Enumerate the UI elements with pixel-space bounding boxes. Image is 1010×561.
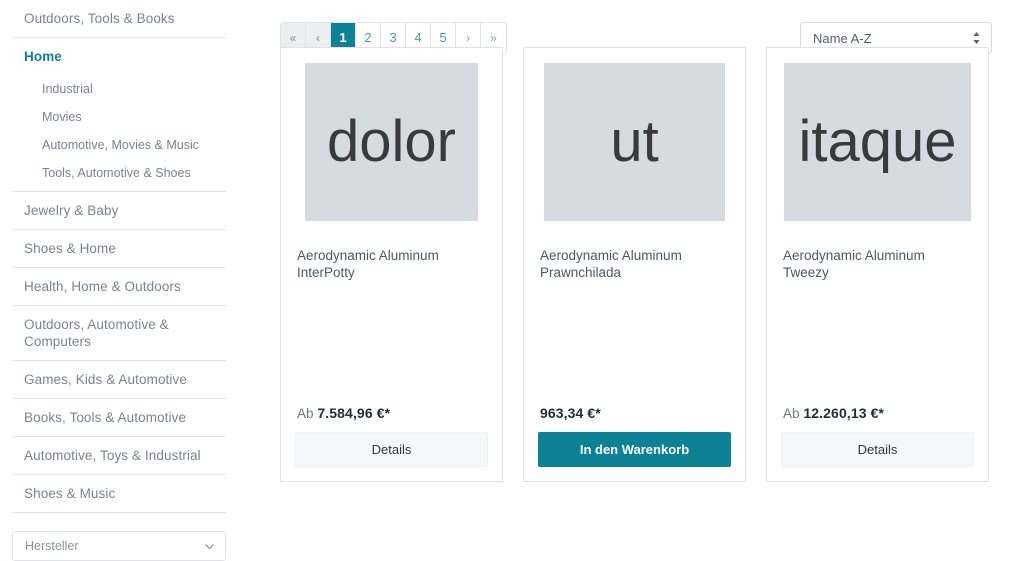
product-title[interactable]: Aerodynamic Aluminum Tweezy (781, 247, 974, 281)
listing-toolbar: « ‹ 1 2 3 4 5 › » Name A-Z (280, 0, 992, 55)
product-card[interactable]: ut Aerodynamic Aluminum Prawnchilada 963… (523, 47, 746, 482)
sidebar-item-home[interactable]: Home Industrial Movies Automotive, Movie… (12, 38, 226, 191)
product-image-wrap[interactable]: ut (538, 62, 731, 222)
manufacturer-filter-dropdown[interactable]: Hersteller (12, 531, 226, 561)
sidebar-sublink[interactable]: Movies (12, 103, 226, 131)
category-nav-list: Outdoors, Tools & Books Home Industrial … (0, 0, 238, 513)
sidebar-link[interactable]: Outdoors, Automotive & Computers (12, 306, 226, 360)
sidebar-link[interactable]: Games, Kids & Automotive (12, 361, 226, 398)
sidebar-item-jewelry-baby[interactable]: Jewelry & Baby (12, 191, 226, 230)
sidebar-item-games-kids-automotive[interactable]: Games, Kids & Automotive (12, 361, 226, 399)
card-spacer (295, 281, 488, 405)
sidebar-item-health-home-outdoors[interactable]: Health, Home & Outdoors (12, 268, 226, 306)
category-sidebar: Outdoors, Tools & Books Home Industrial … (0, 0, 238, 561)
product-listing-main: « ‹ 1 2 3 4 5 › » Name A-Z dolor Aerodyn… (238, 0, 1010, 482)
sidebar-link[interactable]: Shoes & Home (12, 230, 226, 267)
sidebar-link[interactable]: Shoes & Music (12, 475, 226, 512)
sidebar-link[interactable]: Health, Home & Outdoors (12, 268, 226, 305)
product-image-wrap[interactable]: itaque (781, 62, 974, 222)
add-to-cart-button[interactable]: In den Warenkorb (538, 432, 731, 467)
sidebar-link[interactable]: Jewelry & Baby (12, 192, 226, 229)
sidebar-sublist-home: Industrial Movies Automotive, Movies & M… (12, 75, 226, 191)
details-button[interactable]: Details (295, 432, 488, 467)
sort-select-value: Name A-Z (813, 30, 872, 46)
product-listing-page: Outdoors, Tools & Books Home Industrial … (0, 0, 1010, 561)
card-spacer (781, 281, 974, 405)
product-image-placeholder: itaque (784, 63, 971, 221)
product-card[interactable]: dolor Aerodynamic Aluminum InterPotty Ab… (280, 47, 503, 482)
sidebar-link[interactable]: Automotive, Toys & Industrial (12, 437, 226, 474)
sidebar-link[interactable]: Books, Tools & Automotive (12, 399, 226, 436)
sidebar-subitem-industrial[interactable]: Industrial (12, 75, 226, 103)
sidebar-sublink[interactable]: Automotive, Movies & Music (12, 131, 226, 159)
sidebar-link[interactable]: Outdoors, Tools & Books (12, 0, 226, 37)
product-price-row: Ab 7.584,96 €* (295, 405, 488, 432)
price-prefix: Ab (783, 406, 800, 421)
chevron-down-icon (205, 543, 214, 549)
price-value: 963,34 €* (540, 405, 601, 421)
price-value: 12.260,13 €* (803, 405, 885, 421)
manufacturer-filter-label: Hersteller (25, 539, 79, 553)
product-price-row: 963,34 €* (538, 405, 731, 432)
sort-updown-icon (973, 32, 980, 44)
sidebar-subitem-tools-automotive-shoes[interactable]: Tools, Automotive & Shoes (12, 159, 226, 187)
sidebar-subitem-automotive-movies-music[interactable]: Automotive, Movies & Music (12, 131, 226, 159)
sidebar-item-shoes-music[interactable]: Shoes & Music (12, 475, 226, 513)
sidebar-link-active[interactable]: Home (12, 38, 226, 75)
product-price-row: Ab 12.260,13 €* (781, 405, 974, 432)
sidebar-sublink[interactable]: Tools, Automotive & Shoes (12, 159, 226, 187)
sidebar-subitem-movies[interactable]: Movies (12, 103, 226, 131)
price-value: 7.584,96 €* (317, 405, 391, 421)
product-grid: dolor Aerodynamic Aluminum InterPotty Ab… (280, 47, 992, 482)
product-image-placeholder: dolor (305, 63, 478, 221)
sidebar-item-outdoors-automotive-computers[interactable]: Outdoors, Automotive & Computers (12, 306, 226, 361)
details-button[interactable]: Details (781, 432, 974, 467)
product-image-placeholder: ut (544, 63, 725, 221)
sidebar-item-automotive-toys-industrial[interactable]: Automotive, Toys & Industrial (12, 437, 226, 475)
sidebar-sublink[interactable]: Industrial (12, 75, 226, 103)
card-spacer (538, 281, 731, 405)
sidebar-item-books-tools-automotive[interactable]: Books, Tools & Automotive (12, 399, 226, 437)
sidebar-item-outdoors-tools-books[interactable]: Outdoors, Tools & Books (12, 0, 226, 38)
price-prefix: Ab (297, 406, 314, 421)
product-title[interactable]: Aerodynamic Aluminum Prawnchilada (538, 247, 731, 281)
product-card[interactable]: itaque Aerodynamic Aluminum Tweezy Ab 12… (766, 47, 989, 482)
product-title[interactable]: Aerodynamic Aluminum InterPotty (295, 247, 488, 281)
product-image-wrap[interactable]: dolor (295, 62, 488, 222)
sidebar-item-shoes-home[interactable]: Shoes & Home (12, 230, 226, 268)
